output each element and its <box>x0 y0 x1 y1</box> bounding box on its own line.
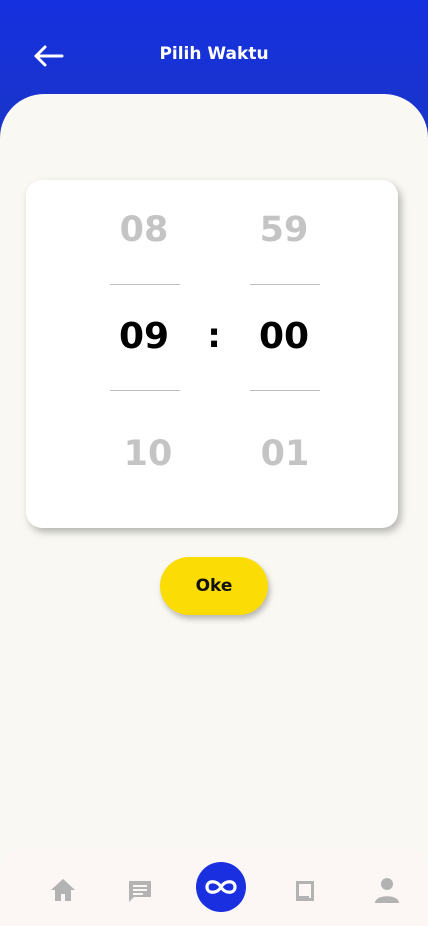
hour-prev[interactable]: 08 <box>109 210 179 250</box>
minute-next[interactable]: 01 <box>250 434 320 474</box>
hour-selected[interactable]: 09 <box>109 316 179 357</box>
nav-item-book[interactable] <box>292 876 318 904</box>
chat-icon <box>129 881 151 902</box>
bottom-nav <box>0 848 428 926</box>
nav-item-profile[interactable] <box>373 876 401 904</box>
profile-icon <box>375 878 399 903</box>
hour-divider-bottom <box>110 390 180 391</box>
minute-selected[interactable]: 00 <box>249 316 319 357</box>
page-title: Pilih Waktu <box>159 44 269 64</box>
minute-divider-bottom <box>250 390 320 391</box>
nav-item-home[interactable] <box>48 876 78 904</box>
book-icon <box>296 881 314 901</box>
time-separator: : <box>207 316 221 356</box>
minute-prev[interactable]: 59 <box>249 210 319 250</box>
hour-next[interactable]: 10 <box>113 434 183 474</box>
nav-item-infinity[interactable] <box>196 862 246 912</box>
oke-button[interactable]: Oke <box>160 557 268 615</box>
hour-divider-top <box>110 284 180 285</box>
time-picker: 08 09 10 : 59 00 01 <box>26 180 398 528</box>
infinity-icon <box>205 880 237 894</box>
home-icon <box>51 879 75 901</box>
minute-divider-top <box>250 284 320 285</box>
nav-item-chat[interactable] <box>126 878 154 904</box>
